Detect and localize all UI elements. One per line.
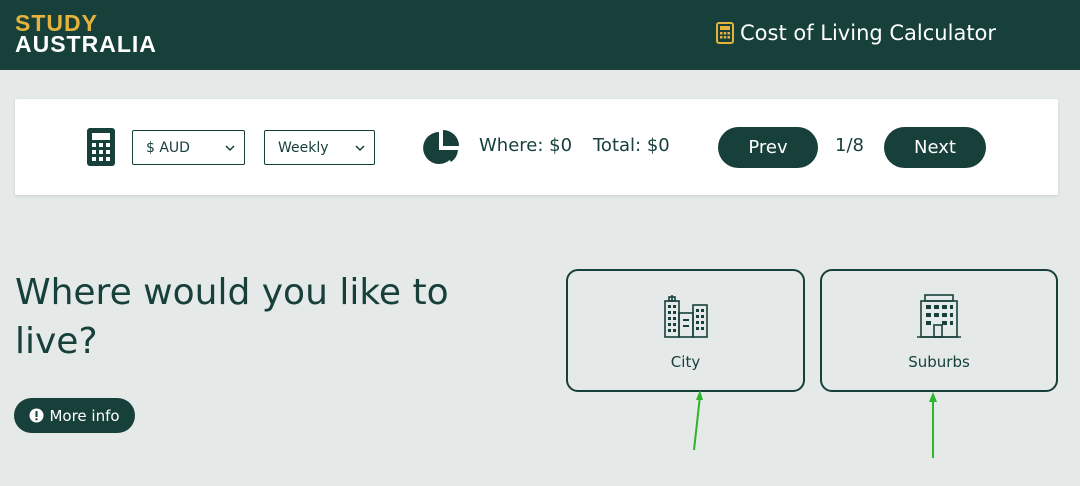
city-buildings-icon: [663, 295, 708, 338]
annotation-arrow-city: [693, 390, 703, 451]
calculator-title: Cost of Living Calculator: [716, 18, 996, 48]
suburbs-building-icon: [917, 294, 961, 338]
page-indicator: 1/8: [835, 135, 864, 156]
top-header: STUDY AUSTRALIA Cost of Living Calculato…: [0, 0, 1080, 70]
chevron-down-icon: [355, 145, 365, 152]
more-info-label: More info: [49, 406, 120, 425]
chevron-down-icon: [225, 145, 235, 152]
currency-select[interactable]: $ AUD: [132, 130, 245, 165]
prev-button[interactable]: Prev: [718, 127, 818, 168]
option-suburbs[interactable]: Suburbs: [820, 269, 1058, 392]
exclamation-icon: [29, 408, 44, 423]
pie-chart-icon: [423, 130, 459, 164]
option-city[interactable]: City: [566, 269, 805, 392]
more-info-button[interactable]: More info: [14, 398, 135, 433]
calculator-toolbar: $ AUD Weekly Where: $0 Total: $0 Prev 1/…: [15, 99, 1058, 195]
logo-line-australia: AUSTRALIA: [15, 31, 157, 57]
annotation-arrow-suburbs: [929, 392, 937, 458]
study-australia-logo[interactable]: STUDY AUSTRALIA: [15, 12, 157, 57]
period-select[interactable]: Weekly: [264, 130, 375, 165]
next-button[interactable]: Next: [884, 127, 986, 168]
where-total: Where: $0: [479, 135, 573, 156]
question-heading: Where would you like to live?: [15, 272, 449, 362]
calculator-icon: [87, 128, 115, 166]
period-select-value: Weekly: [278, 139, 329, 156]
option-suburbs-label: Suburbs: [908, 353, 970, 371]
grand-total: Total: $0: [593, 135, 670, 156]
calculator-icon: [716, 22, 734, 44]
calculator-title-text: Cost of Living Calculator: [740, 21, 997, 45]
option-city-label: City: [670, 353, 701, 371]
currency-select-value: $ AUD: [146, 139, 190, 156]
